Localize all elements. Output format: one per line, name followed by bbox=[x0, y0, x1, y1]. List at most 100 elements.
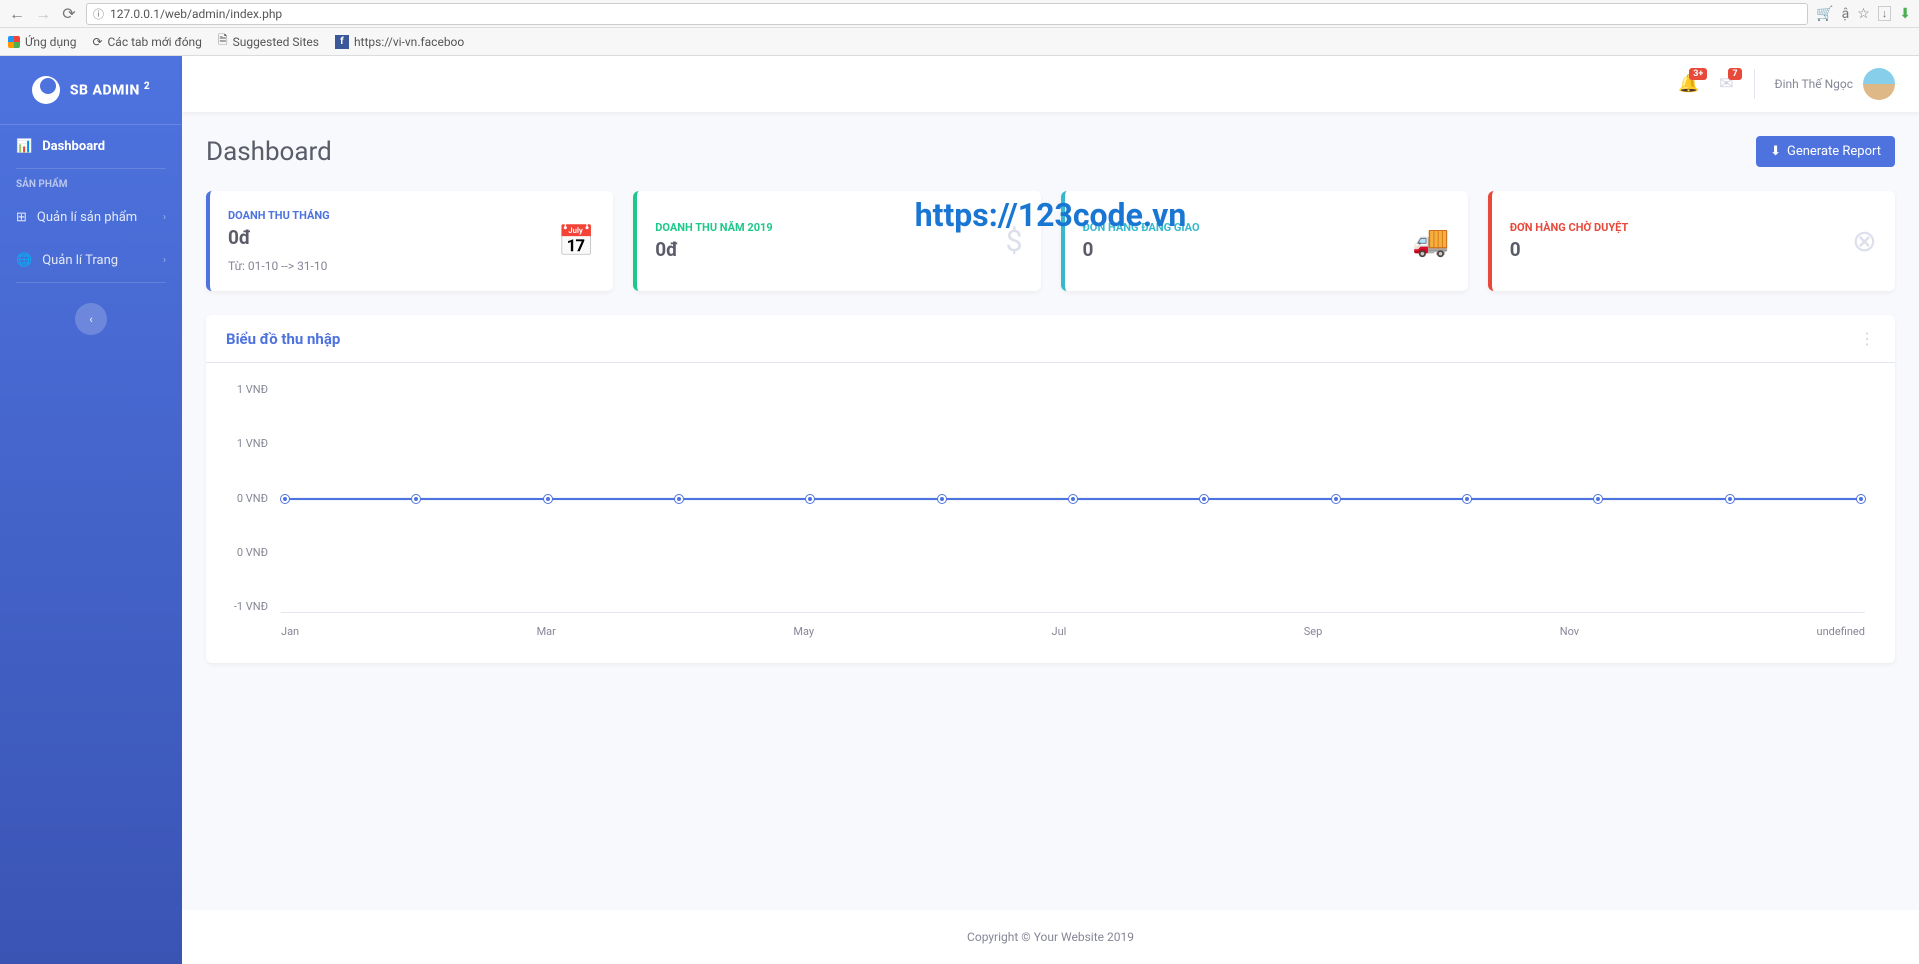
chart-title: Biểu đồ thu nhập bbox=[226, 330, 340, 348]
messages-button[interactable]: ✉ 7 bbox=[1719, 74, 1733, 94]
brand-text: SB ADMIN bbox=[70, 83, 140, 99]
sidebar: SB ADMIN 2 📊 Dashboard SẢN PHẨM ⊞ Quản l… bbox=[0, 56, 182, 964]
x-tick: Mar bbox=[537, 625, 556, 638]
x-tick: undefined bbox=[1817, 625, 1865, 638]
reload-icon: ⟳ bbox=[92, 35, 102, 49]
sidebar-item-products[interactable]: ⊞ Quản lí sản phẩm › bbox=[0, 196, 182, 239]
stat-label: ĐƠN HÀNG CHỜ DUYỆT bbox=[1510, 221, 1629, 234]
topbar: 🔔 3+ ✉ 7 Đinh Thế Ngọc bbox=[182, 56, 1919, 112]
stat-card-monthly-revenue: DOANH THU THÁNG 0đ Từ: 01-10 --> 31-10 📅 bbox=[206, 191, 613, 291]
stat-label: DOANH THU NĂM 2019 bbox=[655, 221, 772, 234]
chart-menu-button[interactable]: ⋮ bbox=[1859, 329, 1875, 348]
browser-reload-button[interactable]: ⟳ bbox=[60, 5, 78, 23]
stat-card-pending-orders: ĐƠN HÀNG CHỜ DUYỆT 0 ⊗ bbox=[1488, 191, 1895, 291]
stat-card-yearly-revenue: DOANH THU NĂM 2019 0đ $ bbox=[633, 191, 1040, 291]
suggested-sites-bookmark[interactable]: 🗎 Suggested Sites bbox=[218, 31, 319, 52]
brand-logo-icon bbox=[32, 76, 60, 104]
star-icon[interactable]: ☆ bbox=[1857, 6, 1870, 22]
data-point bbox=[412, 495, 420, 503]
browser-toolbar: ← → ⟳ ⓘ 127.0.0.1/web/admin/index.php 🛒 … bbox=[0, 0, 1919, 28]
accessibility-icon[interactable]: ậ bbox=[1842, 6, 1850, 22]
truck-icon: 🚚 bbox=[1412, 224, 1449, 259]
apps-bookmark[interactable]: Ứng dụng bbox=[8, 35, 76, 49]
browser-back-button[interactable]: ← bbox=[8, 5, 26, 23]
url-text: 127.0.0.1/web/admin/index.php bbox=[110, 7, 282, 21]
income-chart-card: Biểu đồ thu nhập ⋮ 1 VNĐ 1 VNĐ 0 VNĐ 0 V… bbox=[206, 315, 1895, 663]
fb-label: https://vi-vn.faceboo bbox=[354, 35, 464, 49]
facebook-bookmark[interactable]: f https://vi-vn.faceboo bbox=[335, 35, 464, 49]
stat-subtext: Từ: 01-10 --> 31-10 bbox=[228, 259, 330, 273]
y-tick: 1 VNĐ bbox=[226, 383, 268, 396]
stat-label: ĐƠN HÀNG ĐANG GIAO bbox=[1083, 221, 1200, 234]
plot-area bbox=[281, 383, 1865, 613]
stat-value: 0đ bbox=[228, 226, 330, 249]
save-icon[interactable]: ⬇ bbox=[1899, 6, 1911, 22]
data-point bbox=[675, 495, 683, 503]
stat-value: 0 bbox=[1510, 238, 1629, 261]
data-point bbox=[544, 495, 552, 503]
download-icon: ⬇ bbox=[1770, 144, 1781, 159]
closed-tabs-bookmark[interactable]: ⟳ Các tab mới đóng bbox=[92, 35, 202, 49]
y-tick: 0 VNĐ bbox=[226, 492, 268, 505]
calendar-icon: 📅 bbox=[558, 224, 595, 259]
globe-icon: 🌐 bbox=[16, 253, 32, 268]
suggested-label: Suggested Sites bbox=[233, 35, 319, 49]
footer: Copyright © Your Website 2019 bbox=[182, 910, 1919, 964]
bookmarks-bar: Ứng dụng ⟳ Các tab mới đóng 🗎 Suggested … bbox=[0, 28, 1919, 56]
user-name: Đinh Thế Ngọc bbox=[1775, 77, 1853, 91]
apps-icon bbox=[8, 36, 20, 48]
download-icon[interactable]: ↓ bbox=[1878, 6, 1892, 21]
products-label: Quản lí sản phẩm bbox=[37, 210, 137, 225]
y-tick: 1 VNĐ bbox=[226, 437, 268, 450]
grid-icon: ⊞ bbox=[16, 210, 27, 225]
stat-label: DOANH THU THÁNG bbox=[228, 209, 330, 222]
x-axis: Jan Mar May Jul Sep Nov undefined bbox=[281, 619, 1865, 643]
dollar-icon: $ bbox=[1006, 224, 1023, 259]
nav-section-products: SẢN PHẨM bbox=[0, 169, 182, 196]
topbar-divider bbox=[1754, 69, 1755, 99]
apps-label: Ứng dụng bbox=[25, 35, 76, 49]
data-point bbox=[1726, 495, 1734, 503]
user-menu[interactable]: Đinh Thế Ngọc bbox=[1775, 68, 1895, 100]
chevron-right-icon: › bbox=[163, 255, 166, 266]
user-avatar bbox=[1863, 68, 1895, 100]
info-icon: ⓘ bbox=[93, 6, 104, 22]
x-tick: May bbox=[793, 625, 814, 638]
x-tick: Jan bbox=[281, 625, 299, 638]
data-point bbox=[1200, 495, 1208, 503]
data-point bbox=[1332, 495, 1340, 503]
data-point bbox=[1594, 495, 1602, 503]
report-btn-label: Generate Report bbox=[1787, 144, 1881, 159]
chart-line bbox=[281, 498, 1865, 500]
pages-label: Quản lí Trang bbox=[42, 253, 118, 268]
alerts-button[interactable]: 🔔 3+ bbox=[1678, 74, 1699, 94]
file-icon: 🗎 bbox=[218, 31, 228, 52]
stat-value: 0 bbox=[1083, 238, 1200, 261]
sidebar-toggle-button[interactable]: ‹ bbox=[75, 303, 107, 335]
y-tick: 0 VNĐ bbox=[226, 546, 268, 559]
data-point bbox=[281, 495, 289, 503]
data-point bbox=[1463, 495, 1471, 503]
x-tick: Nov bbox=[1560, 625, 1579, 638]
url-bar[interactable]: ⓘ 127.0.0.1/web/admin/index.php bbox=[86, 3, 1808, 25]
sidebar-brand[interactable]: SB ADMIN 2 bbox=[0, 56, 182, 125]
y-tick: -1 VNĐ bbox=[226, 600, 268, 613]
data-point bbox=[1069, 495, 1077, 503]
sidebar-item-dashboard[interactable]: 📊 Dashboard bbox=[0, 125, 182, 168]
y-axis: 1 VNĐ 1 VNĐ 0 VNĐ 0 VNĐ -1 VNĐ bbox=[226, 383, 276, 613]
chart-area: 1 VNĐ 1 VNĐ 0 VNĐ 0 VNĐ -1 VNĐ bbox=[226, 383, 1875, 643]
facebook-icon: f bbox=[335, 35, 349, 49]
generate-report-button[interactable]: ⬇ Generate Report bbox=[1756, 136, 1895, 167]
message-badge: 7 bbox=[1728, 68, 1741, 80]
sidebar-item-pages[interactable]: 🌐 Quản lí Trang › bbox=[0, 239, 182, 282]
dashboard-icon: 📊 bbox=[16, 139, 32, 154]
x-tick: Sep bbox=[1304, 625, 1323, 638]
data-point bbox=[806, 495, 814, 503]
x-tick: Jul bbox=[1052, 625, 1067, 638]
cancel-icon: ⊗ bbox=[1852, 224, 1877, 259]
data-point bbox=[1857, 495, 1865, 503]
cart-icon[interactable]: 🛒 bbox=[1816, 6, 1833, 22]
data-point bbox=[938, 495, 946, 503]
nav-divider bbox=[16, 282, 166, 283]
browser-forward-button[interactable]: → bbox=[34, 5, 52, 23]
